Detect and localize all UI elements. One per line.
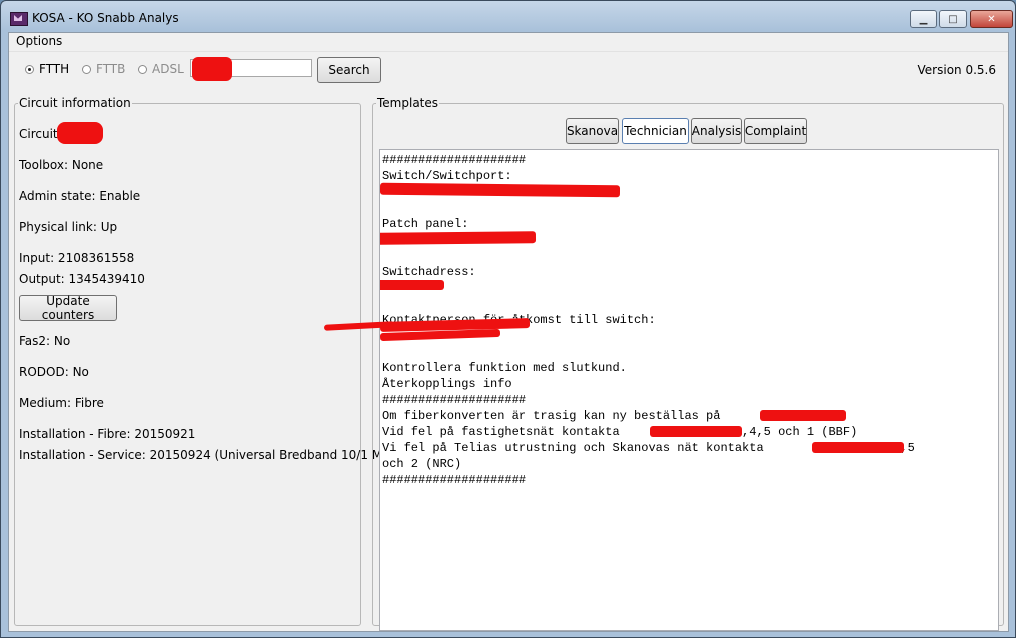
radio-fttb[interactable]: FTTB: [82, 62, 125, 76]
circuit-label: Circuit:: [19, 127, 62, 141]
admin-state-label: Admin state: Enable: [19, 189, 141, 203]
radio-label: FTTB: [96, 62, 126, 76]
template-line: Switchadress:: [382, 265, 476, 279]
installation-fibre-label: Installation - Fibre: 20150921: [19, 427, 196, 441]
redaction-mark: [380, 280, 444, 290]
template-line: ####################: [382, 153, 527, 167]
template-line: Patch panel:: [382, 217, 469, 231]
radio-label: FTTH: [39, 62, 70, 76]
radio-label: ADSL: [152, 62, 184, 76]
maximize-button[interactable]: □: [939, 10, 967, 28]
template-line: Återkopplings info: [382, 377, 512, 391]
tab-technician[interactable]: Technician: [622, 118, 689, 144]
redaction-mark: [380, 231, 537, 245]
close-button[interactable]: ✕: [970, 10, 1013, 28]
redaction-mark: [650, 426, 742, 437]
template-line: Kontrollera funktion med slutkund.: [382, 361, 627, 375]
version-label: Version 0.5.6: [917, 63, 996, 77]
tab-analysis[interactable]: Analysis: [691, 118, 742, 144]
toolbox-label: Toolbox: None: [19, 158, 104, 172]
menu-options[interactable]: Options: [16, 34, 62, 48]
circuit-information-legend: Circuit information: [19, 96, 131, 110]
menu-bar: Options: [9, 33, 1008, 52]
redaction-mark: [380, 182, 621, 198]
medium-label: Medium: Fibre: [19, 396, 104, 410]
radio-adsl[interactable]: ADSL: [138, 62, 184, 76]
template-text-area[interactable]: #################### Switch/Switchport: …: [379, 149, 999, 631]
rodod-label: RODOD: No: [19, 365, 89, 379]
client-area: Options FTTH FTTB ADSL Search Version 0.…: [8, 32, 1009, 632]
radio-dot-icon: [25, 64, 34, 74]
app-window: KOSA - KO Snabb Analys ▁ □ ✕ Options FTT…: [0, 0, 1016, 638]
radio-dot-icon: [138, 64, 147, 74]
redaction-mark: [760, 410, 846, 421]
template-line: Vid fel på fastighetsnät kontakta val 2,…: [382, 425, 858, 439]
fas2-label: Fas2: No: [19, 334, 71, 348]
input-counter-label: Input: 2108361558: [19, 251, 135, 265]
app-logo-icon: [10, 12, 28, 26]
template-line: ####################: [382, 473, 527, 487]
search-button[interactable]: Search: [317, 57, 381, 83]
templates-group: Templates Skanova Technician Analysis Co…: [372, 96, 1004, 631]
template-line: Switch/Switchport:: [382, 169, 512, 183]
radio-ftth[interactable]: FTTH: [25, 62, 69, 76]
minimize-button[interactable]: ▁: [910, 10, 937, 28]
output-counter-label: Output: 1345439410: [19, 272, 145, 286]
radio-dot-icon: [82, 64, 91, 74]
physical-link-label: Physical link: Up: [19, 220, 118, 234]
template-line: ####################: [382, 393, 527, 407]
redaction-mark: [57, 122, 103, 144]
toolbar: FTTH FTTB ADSL Search Version 0.5.6: [9, 52, 1008, 88]
templates-legend: Templates: [377, 96, 439, 110]
tab-skanova[interactable]: Skanova: [566, 118, 619, 144]
tab-complaint[interactable]: Complaint: [744, 118, 807, 144]
title-bar[interactable]: KOSA - KO Snabb Analys ▁ □ ✕: [1, 1, 1015, 33]
window-title: KOSA - KO Snabb Analys: [32, 11, 179, 25]
redaction-mark: [812, 442, 904, 453]
update-counters-button[interactable]: Update counters: [19, 294, 117, 322]
circuit-information-group: Circuit information Circuit: Toolbox: No…: [14, 96, 413, 626]
redaction-mark: [192, 57, 232, 81]
installation-service-label: Installation - Service: 20150924 (Univer…: [19, 448, 413, 462]
template-line: och 2 (NRC): [382, 457, 462, 471]
